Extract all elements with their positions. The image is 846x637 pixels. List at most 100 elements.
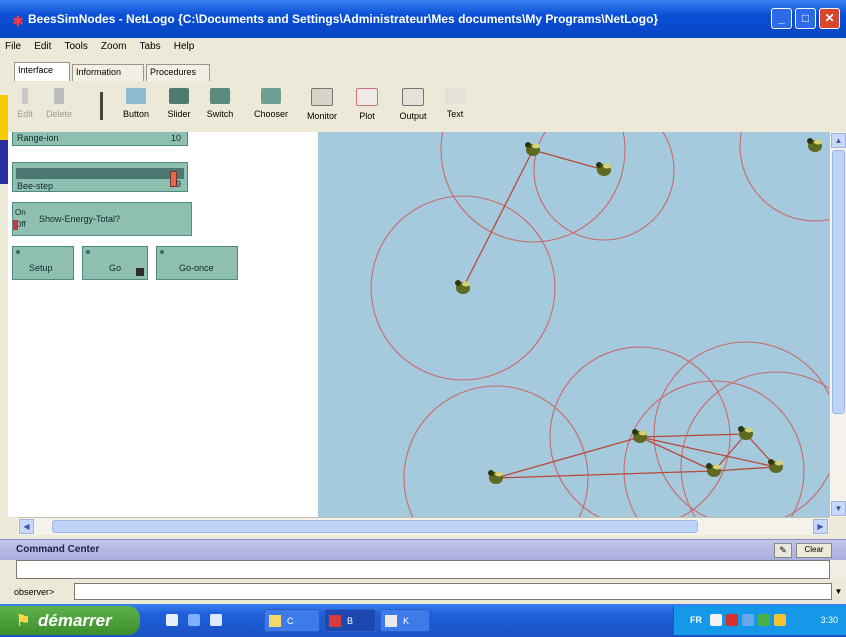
quicklaunch-desktop-icon[interactable] [210, 614, 222, 626]
edit-tool[interactable]: Edit [14, 88, 36, 119]
menu-tabs[interactable]: Tabs [135, 38, 166, 52]
horizontal-scroll-thumb[interactable] [52, 520, 698, 533]
taskbar-button-document-label: K [403, 616, 410, 626]
bee-agent-icon[interactable] [455, 280, 470, 294]
bee-agent-icon[interactable] [525, 142, 540, 156]
tray-volume-icon[interactable] [742, 614, 754, 626]
switch-on-label: On [15, 208, 26, 217]
taskbar-button-folder-label: C [287, 616, 294, 626]
bee-step-slider[interactable]: Bee-step 9 [12, 162, 188, 192]
switch-tool[interactable]: Switch [203, 88, 237, 119]
monitor-tool[interactable]: Monitor [302, 88, 342, 121]
taskbar-button-document[interactable]: K [380, 609, 430, 632]
bee-link [462, 149, 534, 289]
bee-agent-icon[interactable] [738, 426, 753, 440]
switch-widget-icon [210, 88, 230, 104]
menu-help[interactable]: Help [169, 38, 200, 52]
tray-antivirus-icon[interactable] [726, 614, 738, 626]
bee-agent-icon[interactable] [807, 138, 822, 152]
scroll-right-arrow-icon[interactable]: ▶ [813, 519, 828, 534]
vertical-scrollbar[interactable]: ▲ ▼ [829, 132, 846, 517]
tab-information[interactable]: Information [72, 64, 144, 81]
bee-step-slider-track[interactable] [16, 168, 184, 187]
output-tool[interactable]: Output [394, 88, 432, 121]
vertical-scroll-thumb[interactable] [832, 150, 845, 414]
world-view[interactable] [318, 132, 829, 517]
plot-widget-icon [356, 88, 378, 106]
slider-tool[interactable]: Slider [164, 88, 194, 119]
setup-button-label: Setup [29, 263, 53, 273]
go-button[interactable]: Go [82, 246, 148, 280]
left-edge-blue-fragment [0, 140, 8, 184]
go-button-label: Go [109, 263, 122, 273]
bee-agent-icon[interactable] [488, 470, 503, 484]
go-once-button[interactable]: Go-once [156, 246, 238, 280]
language-indicator[interactable]: FR [690, 615, 702, 625]
button-tool-label: Button [122, 109, 150, 119]
menu-file[interactable]: File [0, 38, 26, 52]
command-input-row: observer> ▼ [0, 580, 846, 604]
go-once-button-corner-dot [160, 250, 164, 254]
maximize-button[interactable]: □ [795, 8, 816, 29]
tab-interface[interactable]: Interface [14, 62, 70, 81]
menu-zoom[interactable]: Zoom [96, 38, 132, 52]
pencil-icon [22, 88, 28, 104]
bee-agent-icon[interactable] [596, 162, 611, 176]
bee-agent-icon[interactable] [632, 429, 647, 443]
output-widget-icon [402, 88, 424, 106]
bee-link [639, 436, 715, 472]
switch-toggle-indicator[interactable] [13, 220, 18, 230]
setup-button[interactable]: Setup [12, 246, 74, 280]
bee-agents [455, 138, 822, 484]
agent-selector[interactable]: observer> [14, 587, 54, 597]
scroll-left-arrow-icon[interactable]: ◀ [19, 519, 34, 534]
quicklaunch-media-icon[interactable] [188, 614, 200, 626]
bee-range-circle [403, 385, 589, 517]
go-button-corner-dot [86, 250, 90, 254]
start-button[interactable]: ⚑ démarrer [0, 606, 140, 635]
scroll-up-arrow-icon[interactable]: ▲ [831, 133, 846, 148]
close-button[interactable]: ✕ [819, 8, 840, 29]
taskbar-clock: 3:30 [820, 615, 838, 625]
bee-step-slider-label: Bee-step [17, 181, 54, 191]
menu-edit[interactable]: Edit [29, 38, 56, 52]
button-widget-icon [126, 88, 146, 104]
tray-security-icon[interactable] [774, 614, 786, 626]
minimize-button[interactable]: _ [771, 8, 792, 29]
range-slider-label: Range-ion [17, 133, 59, 143]
taskbar-button-netlogo[interactable]: B [324, 609, 376, 632]
history-dropdown-icon[interactable]: ▼ [832, 583, 845, 600]
tab-procedures[interactable]: Procedures [146, 64, 210, 81]
button-tool[interactable]: Button [118, 88, 154, 119]
bee-range-circle [623, 380, 805, 517]
bee-agent-icon[interactable] [768, 459, 783, 473]
eraser-icon[interactable]: ✎ [774, 543, 792, 558]
tray-network-icon[interactable] [710, 614, 722, 626]
bee-range-circles [370, 132, 829, 517]
range-slider[interactable]: Range-ion 10 [12, 132, 188, 146]
quicklaunch-ie-icon[interactable] [166, 614, 178, 626]
monitor-tool-label: Monitor [306, 111, 337, 121]
plot-tool[interactable]: Plot [354, 88, 380, 121]
horizontal-scrollbar[interactable]: ◀ ▶ [18, 517, 829, 535]
taskbar-button-folder[interactable]: C [264, 609, 320, 632]
go-once-button-label: Go-once [179, 263, 214, 273]
command-output-scrollbar[interactable] [830, 560, 846, 579]
command-input[interactable] [74, 583, 832, 600]
title-bar[interactable]: ✱ BeesSimNodes - NetLogo {C:\Documents a… [0, 0, 846, 38]
bee-step-slider-value: 9 [175, 179, 181, 189]
clear-button[interactable]: Clear [796, 543, 832, 558]
document-icon [385, 615, 397, 627]
bee-agent-icon[interactable] [706, 463, 721, 477]
text-tool[interactable]: Text [442, 88, 468, 119]
text-widget-icon [445, 88, 465, 104]
chooser-tool[interactable]: Chooser [250, 88, 292, 119]
command-output-area[interactable] [16, 560, 830, 579]
delete-tool[interactable]: Delete [44, 88, 74, 119]
folder-icon [269, 615, 281, 627]
tray-update-icon[interactable] [758, 614, 770, 626]
edit-tool-label: Edit [17, 109, 33, 119]
show-energy-switch[interactable]: On Off Show-Energy-Total? [12, 202, 192, 236]
menu-tools[interactable]: Tools [59, 38, 92, 52]
scroll-down-arrow-icon[interactable]: ▼ [831, 501, 846, 516]
